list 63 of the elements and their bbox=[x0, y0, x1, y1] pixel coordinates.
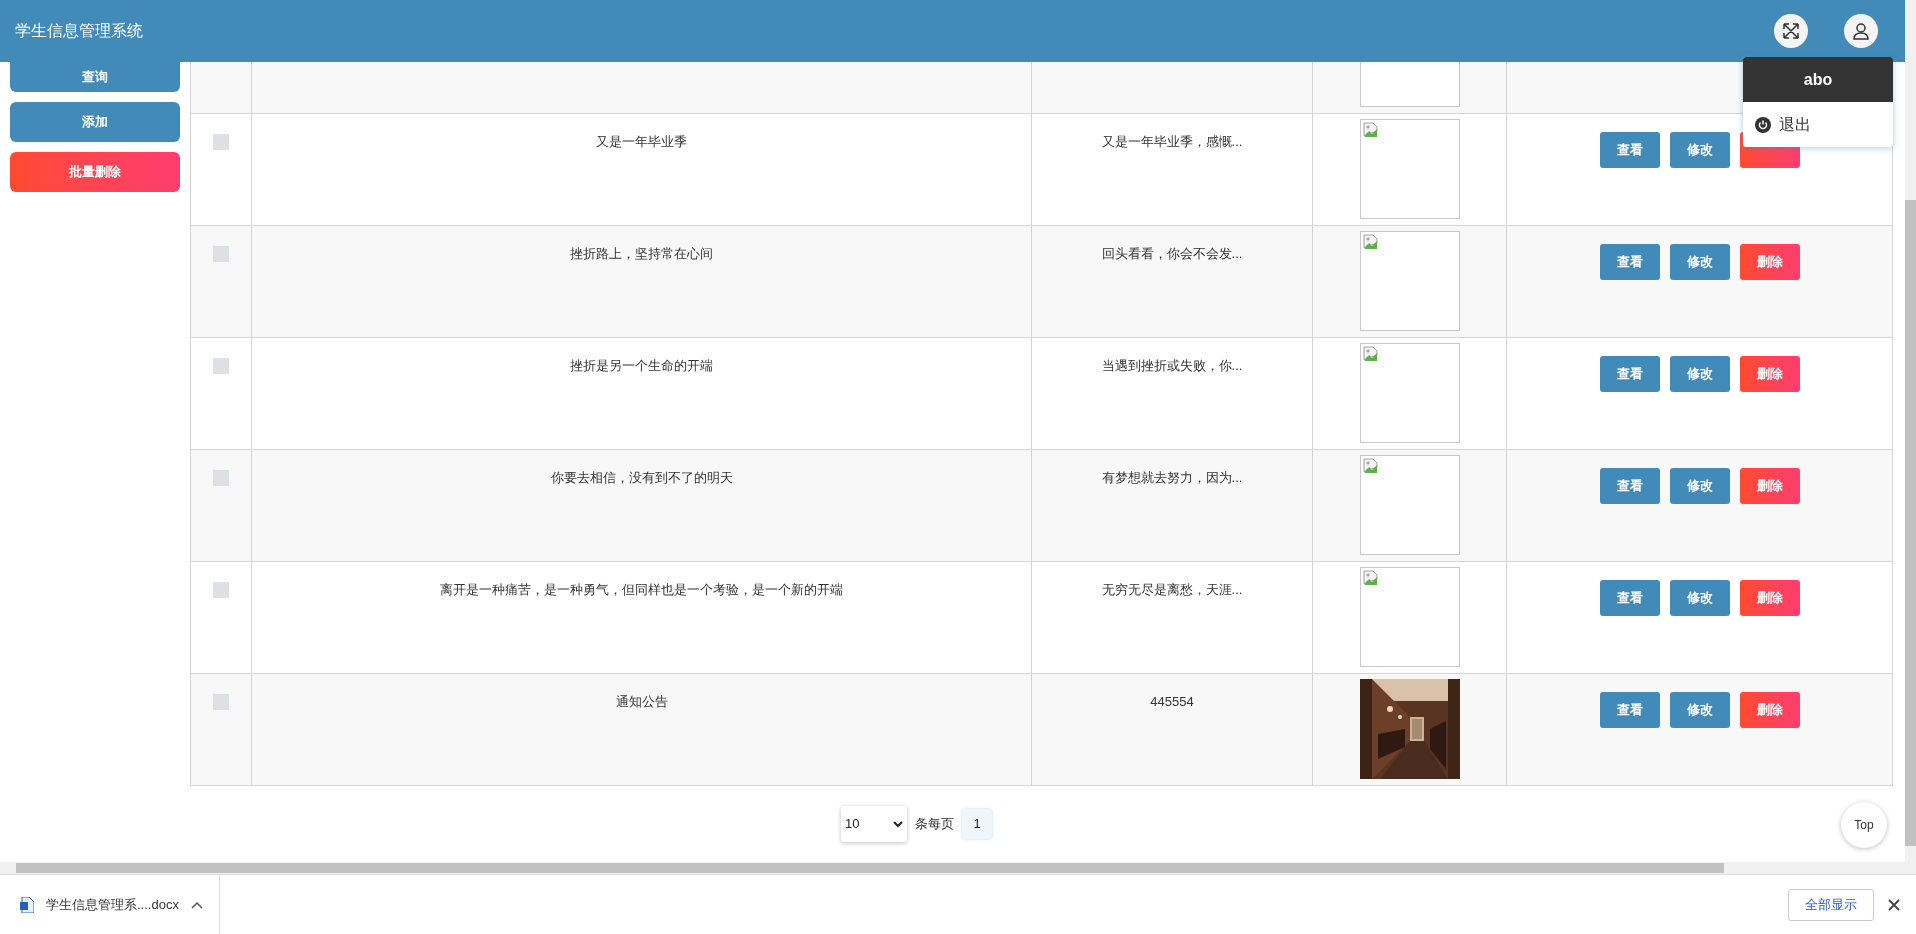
delete-button[interactable]: 删除 bbox=[1739, 356, 1800, 392]
chevron-up-icon bbox=[190, 900, 203, 909]
edit-button[interactable]: 修改 bbox=[1669, 132, 1730, 168]
broken-image-icon bbox=[1362, 570, 1379, 586]
page-button[interactable]: 1 bbox=[962, 809, 992, 839]
summary-cell-text: 又是一年毕业季，感慨... bbox=[1101, 133, 1243, 151]
sidebar-button[interactable]: 添加 bbox=[10, 102, 180, 142]
fullscreen-button[interactable] bbox=[1774, 14, 1808, 48]
checkbox[interactable] bbox=[213, 470, 229, 486]
edit-button[interactable]: 修改 bbox=[1669, 356, 1730, 392]
checkbox[interactable] bbox=[213, 134, 229, 150]
caret-icon bbox=[893, 820, 903, 828]
checkbox[interactable] bbox=[213, 246, 229, 262]
close-icon[interactable] bbox=[1888, 898, 1900, 911]
title-cell-text: 又是一年毕业季 bbox=[596, 133, 687, 151]
app-title: 学生信息管理系统 bbox=[15, 21, 143, 41]
fullscreen-icon bbox=[1782, 22, 1800, 40]
view-button[interactable]: 查看 bbox=[1599, 468, 1660, 504]
delete-button[interactable]: 删除 bbox=[1739, 692, 1800, 728]
back-to-top-button[interactable]: Top bbox=[1841, 802, 1887, 848]
summary-cell-text: 有梦想就去努力，因为... bbox=[1101, 469, 1243, 487]
summary-cell-text: 445554 bbox=[1150, 693, 1194, 711]
summary-cell-text: 无穷无尽是离愁，天涯... bbox=[1101, 581, 1243, 599]
sidebar-button[interactable]: 查询 bbox=[10, 62, 180, 92]
checkbox[interactable] bbox=[213, 582, 229, 598]
broken-image-icon bbox=[1362, 122, 1379, 138]
delete-button[interactable]: 删除 bbox=[1739, 468, 1800, 504]
title-cell-text: 通知公告 bbox=[615, 693, 668, 711]
view-button[interactable]: 查看 bbox=[1599, 356, 1660, 392]
title-cell-text: 你要去相信，没有到不了的明天 bbox=[550, 469, 733, 487]
broken-image-icon bbox=[1362, 346, 1379, 362]
delete-button[interactable]: 删除 bbox=[1739, 580, 1800, 616]
user-button[interactable] bbox=[1844, 14, 1878, 48]
checkbox[interactable] bbox=[213, 358, 229, 374]
user-icon bbox=[1852, 22, 1870, 40]
summary-cell-text: 回头看看，你会不会发... bbox=[1101, 245, 1243, 263]
logout-item[interactable]: 退出 bbox=[1743, 102, 1893, 147]
broken-image-icon bbox=[1362, 234, 1379, 250]
broken-image-icon bbox=[1362, 458, 1379, 474]
page-size-label: 条每页 bbox=[915, 815, 954, 834]
edit-button[interactable]: 修改 bbox=[1669, 580, 1730, 616]
page-size-select[interactable]: 10 bbox=[841, 806, 907, 842]
title-cell-text: 挫折是另一个生命的开端 bbox=[570, 357, 713, 375]
checkbox[interactable] bbox=[213, 694, 229, 710]
document-icon bbox=[20, 896, 34, 913]
summary-cell-text: 当遇到挫折或失败，你... bbox=[1101, 357, 1243, 375]
edit-button[interactable]: 修改 bbox=[1669, 468, 1730, 504]
sidebar-button[interactable]: 批量删除 bbox=[10, 152, 180, 192]
edit-button[interactable]: 修改 bbox=[1669, 692, 1730, 728]
download-filename[interactable]: 学生信息管理系....docx bbox=[46, 894, 179, 915]
title-cell-text: 离开是一种痛苦，是一种勇气，但同样也是一个考验，是一个新的开端 bbox=[440, 581, 843, 599]
vertical-scrollbar[interactable] bbox=[1905, 0, 1916, 862]
view-button[interactable]: 查看 bbox=[1599, 692, 1660, 728]
show-all-button[interactable]: 全部显示 bbox=[1788, 888, 1874, 921]
horizontal-scrollbar[interactable] bbox=[0, 862, 1916, 874]
view-button[interactable]: 查看 bbox=[1599, 244, 1660, 280]
title-cell-text: 挫折路上，坚持常在心间 bbox=[570, 245, 713, 263]
username: abo bbox=[1743, 57, 1893, 102]
view-button[interactable]: 查看 bbox=[1599, 132, 1660, 168]
view-button[interactable]: 查看 bbox=[1599, 580, 1660, 616]
delete-button[interactable]: 删除 bbox=[1739, 244, 1800, 280]
edit-button[interactable]: 修改 bbox=[1669, 244, 1730, 280]
power-icon bbox=[1755, 116, 1771, 133]
